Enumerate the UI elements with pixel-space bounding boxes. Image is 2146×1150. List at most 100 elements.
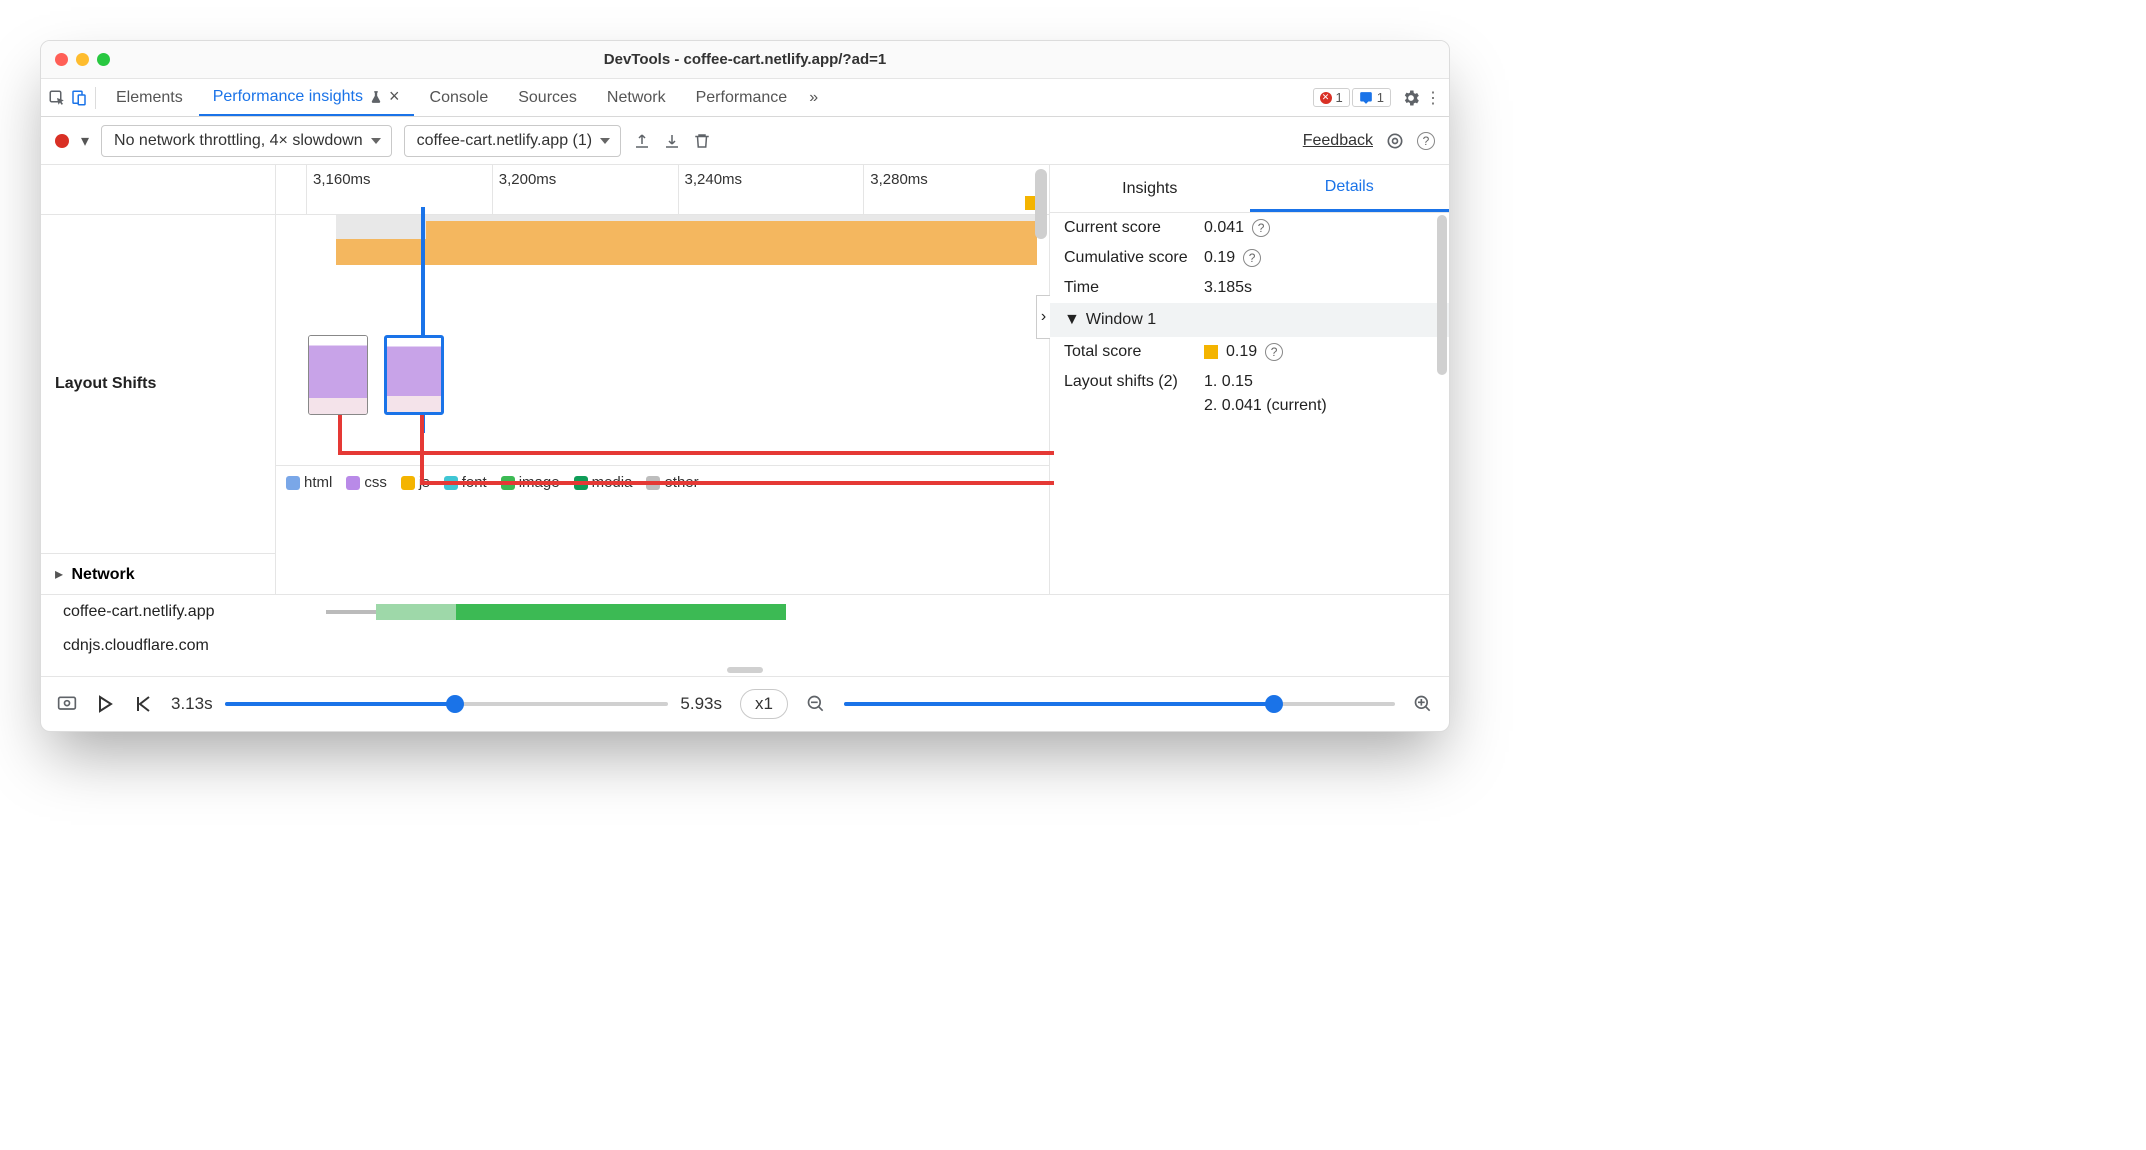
tab-performance[interactable]: Performance [682, 79, 802, 116]
flask-icon [369, 90, 383, 104]
throttling-select[interactable]: No network throttling, 4× slowdown [101, 125, 392, 157]
table-row[interactable]: coffee-cart.netlify.app [41, 595, 1449, 629]
help-icon[interactable]: ? [1265, 343, 1283, 361]
throttling-value: No network throttling, 4× slowdown [114, 132, 363, 149]
export-icon[interactable] [633, 132, 651, 150]
speed-select[interactable]: x1 [740, 689, 788, 719]
rewind-icon[interactable] [133, 694, 153, 714]
flame-chart[interactable] [336, 215, 1037, 313]
zoom-out-icon[interactable] [806, 694, 826, 714]
time-label: Time [1064, 279, 1204, 297]
device-toggle-icon[interactable] [69, 88, 89, 108]
chart-area [276, 215, 1049, 465]
tick: 3,160ms [306, 165, 492, 214]
delete-icon[interactable] [693, 132, 711, 150]
page-select-value: coffee-cart.netlify.app (1) [417, 132, 593, 149]
zoom-slider[interactable] [844, 702, 1395, 706]
time-start: 3.13s [171, 694, 213, 714]
window-maximize-button[interactable] [97, 53, 110, 66]
chevron-down-icon: ▼ [1064, 311, 1080, 329]
left-column: Layout Shifts ▸ Network [41, 165, 276, 594]
network-rows: coffee-cart.netlify.app cdnjs.cloudflare… [41, 595, 1449, 663]
issue-count: 1 [1377, 90, 1384, 105]
current-score-value: 0.041 [1204, 219, 1244, 237]
legend-html: html [304, 474, 332, 491]
issue-icon [1359, 91, 1373, 105]
record-dropdown-icon[interactable]: ▾ [81, 131, 89, 151]
tab-sources[interactable]: Sources [504, 79, 591, 116]
titlebar: DevTools - coffee-cart.netlify.app/?ad=1 [41, 41, 1449, 79]
import-icon[interactable] [663, 132, 681, 150]
total-score-value: 0.19 [1226, 343, 1257, 361]
tab-details[interactable]: Details [1250, 165, 1450, 212]
legend-css: css [364, 474, 387, 491]
layout-shift-1[interactable] [308, 335, 368, 415]
time-end: 5.93s [680, 694, 722, 714]
page-select[interactable]: coffee-cart.netlify.app (1) [404, 125, 622, 157]
tab-label: Performance insights [213, 88, 363, 106]
horizontal-scrollbar[interactable] [41, 663, 1449, 677]
details-tabs: Insights Details [1050, 165, 1449, 213]
help-icon[interactable]: ? [1417, 132, 1435, 150]
expand-network-icon[interactable]: ▸ [55, 566, 63, 583]
more-tabs-icon[interactable]: » [803, 89, 824, 107]
close-tab-icon[interactable]: × [389, 86, 400, 107]
inspect-icon[interactable] [47, 88, 67, 108]
tab-insights[interactable]: Insights [1050, 165, 1250, 212]
preview-icon[interactable] [57, 694, 77, 714]
feedback-link[interactable]: Feedback [1303, 132, 1373, 150]
details-scrollbar[interactable] [1437, 215, 1447, 375]
layout-shift-thumbs [308, 335, 444, 415]
timeline[interactable]: 3,160ms 3,200ms 3,240ms 3,280ms [276, 165, 1049, 594]
panel-settings-icon[interactable] [1385, 131, 1405, 151]
details-panel: Insights Details Current score 0.041 ? C… [1049, 165, 1449, 594]
score-swatch [1204, 345, 1218, 359]
record-button[interactable] [55, 134, 69, 148]
total-score-label: Total score [1064, 343, 1204, 361]
zoom-in-icon[interactable] [1413, 694, 1433, 714]
kebab-icon[interactable]: ⋮ [1423, 88, 1443, 108]
tick: 3,280ms [863, 165, 1049, 214]
error-icon: ✕ [1320, 92, 1332, 104]
help-icon[interactable]: ? [1252, 219, 1270, 237]
devtools-window: DevTools - coffee-cart.netlify.app/?ad=1… [40, 40, 1450, 732]
issues-badge[interactable]: 1 [1352, 88, 1391, 107]
table-row[interactable]: cdnjs.cloudflare.com [41, 629, 1449, 663]
current-score-label: Current score [1064, 219, 1204, 237]
tab-network[interactable]: Network [593, 79, 680, 116]
layout-shifts-label: Layout Shifts [41, 365, 170, 403]
main-area: Layout Shifts ▸ Network 3,160ms 3,200ms … [41, 165, 1449, 595]
tab-console[interactable]: Console [416, 79, 503, 116]
help-icon[interactable]: ? [1243, 249, 1261, 267]
tick: 3,240ms [678, 165, 864, 214]
window-minimize-button[interactable] [76, 53, 89, 66]
layout-shift-item-2[interactable]: 2. 0.041 (current) [1204, 397, 1327, 415]
collapse-panel-icon[interactable]: › [1036, 295, 1050, 339]
host-label: cdnjs.cloudflare.com [41, 637, 276, 655]
network-section-label: Network [71, 566, 134, 583]
settings-icon[interactable] [1401, 88, 1421, 108]
host-label: coffee-cart.netlify.app [41, 603, 276, 621]
window-1-label: Window 1 [1086, 311, 1156, 329]
insights-toolbar: ▾ No network throttling, 4× slowdown cof… [41, 117, 1449, 165]
time-ruler: 3,160ms 3,200ms 3,240ms 3,280ms [276, 165, 1049, 215]
separator [95, 87, 96, 109]
layout-shift-2[interactable] [384, 335, 444, 415]
tab-elements[interactable]: Elements [102, 79, 197, 116]
window-1-header[interactable]: ▼ Window 1 [1050, 303, 1449, 337]
layout-shift-item-1[interactable]: 1. 0.15 [1204, 373, 1327, 391]
layout-shifts-label: Layout shifts (2) [1064, 373, 1204, 391]
time-value: 3.185s [1204, 279, 1252, 297]
play-icon[interactable] [95, 694, 115, 714]
vertical-scrollbar[interactable] [1035, 169, 1047, 239]
cumulative-score-label: Cumulative score [1064, 249, 1204, 267]
error-count: 1 [1336, 90, 1343, 105]
window-title: DevTools - coffee-cart.netlify.app/?ad=1 [41, 51, 1449, 68]
cumulative-score-value: 0.19 [1204, 249, 1235, 267]
time-slider[interactable]: 3.13s 5.93s [171, 694, 722, 714]
error-badge[interactable]: ✕ 1 [1313, 88, 1350, 107]
devtools-tabs: Elements Performance insights × Console … [41, 79, 1449, 117]
tab-performance-insights[interactable]: Performance insights × [199, 79, 414, 116]
tick: 3,200ms [492, 165, 678, 214]
window-close-button[interactable] [55, 53, 68, 66]
